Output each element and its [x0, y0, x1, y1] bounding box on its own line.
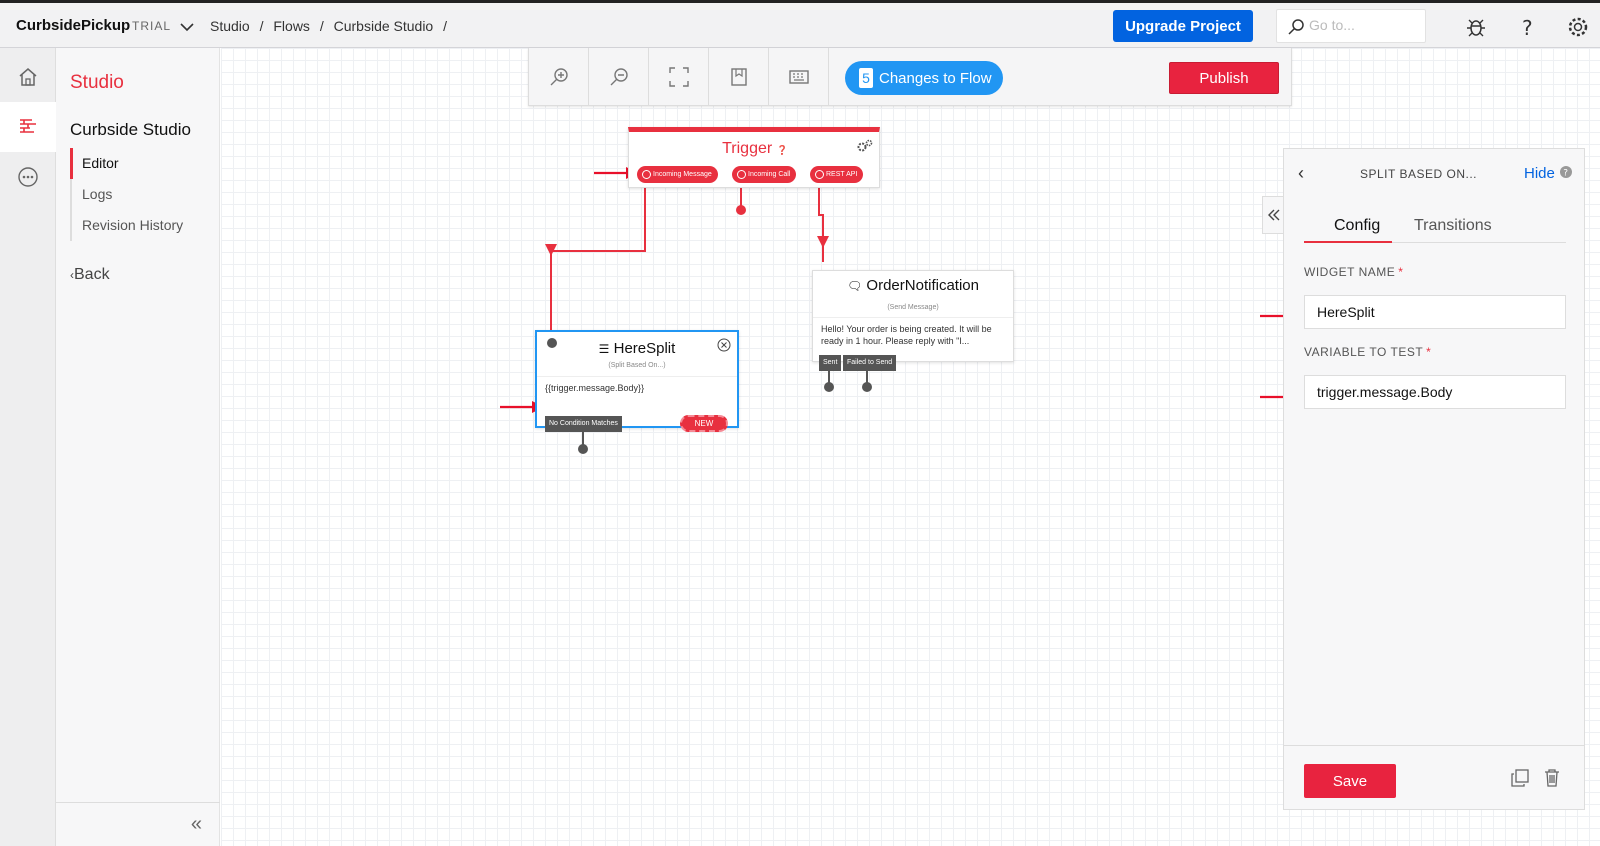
bookmark-button[interactable]	[709, 48, 769, 106]
nav-item-editor[interactable]: Editor	[70, 148, 193, 179]
duplicate-icon[interactable]	[1510, 768, 1530, 793]
changes-count: 5	[859, 68, 873, 88]
trigger-title: Trigger ❓	[722, 140, 788, 157]
publish-button[interactable]: Publish	[1169, 62, 1279, 94]
fullscreen-icon	[668, 67, 689, 87]
order-notification-widget[interactable]: 🗨 OrderNotification (Send Message) Hello…	[812, 270, 1014, 371]
breadcrumb: Studio / Flows / Curbside Studio /	[210, 18, 453, 34]
trash-icon[interactable]	[1542, 768, 1562, 793]
keyboard-icon	[788, 70, 809, 84]
output-connector-failed[interactable]	[862, 382, 872, 392]
panel-footer: Save	[1284, 745, 1584, 809]
double-chevron-left-icon	[1267, 209, 1279, 221]
widget-name-label: WIDGET NAME *	[1304, 265, 1404, 279]
widget-name-input[interactable]	[1304, 295, 1566, 329]
breadcrumb-separator: /	[259, 18, 264, 34]
new-transition-button[interactable]: NEW	[680, 415, 728, 432]
trigger-rest-api[interactable]: REST API	[810, 166, 864, 183]
home-icon	[19, 68, 37, 86]
close-icon[interactable]	[717, 338, 731, 357]
back-label: Back	[74, 266, 110, 283]
nav-section-title: Studio	[70, 72, 124, 93]
breadcrumb-separator: /	[319, 18, 324, 34]
more-icon	[18, 167, 38, 187]
widget-body: Hello! Your order is being created. It w…	[821, 324, 992, 346]
collapse-panel-button[interactable]	[1262, 196, 1284, 234]
widget-body: {{trigger.message.Body}}	[545, 383, 645, 393]
fit-to-screen-button[interactable]	[649, 48, 709, 106]
zoom-in-icon	[550, 68, 568, 86]
canvas-toolbar: 5 Changes to Flow Publish	[528, 48, 1292, 106]
widget-subtitle: (Send Message)	[887, 304, 939, 311]
tab-config[interactable]: Config	[1304, 217, 1393, 243]
divider	[537, 376, 737, 377]
widget-title: ☰ HereSplit	[598, 340, 676, 357]
gears-icon[interactable]	[857, 139, 873, 158]
output-connector-sent[interactable]	[824, 382, 834, 392]
gear-icon[interactable]	[1566, 15, 1590, 39]
nav-items: Editor Logs Revision History	[70, 148, 193, 241]
top-bar: CurbsidePickup TRIAL Studio / Flows / Cu…	[0, 0, 1600, 48]
save-button[interactable]: Save	[1304, 764, 1396, 798]
trigger-incoming-call[interactable]: Incoming Call	[732, 166, 797, 183]
studio-flow-icon	[20, 119, 36, 133]
hide-panel-link[interactable]: Hide	[1524, 165, 1555, 182]
tab-transitions[interactable]: Transitions	[1414, 217, 1492, 241]
widget-subtitle: (Split Based On...)	[608, 362, 666, 369]
breadcrumb-flow[interactable]: Curbside Studio	[334, 18, 434, 34]
goto-search-input[interactable]	[1309, 17, 1419, 33]
project-name[interactable]: CurbsidePickup	[16, 17, 130, 34]
trigger-widget[interactable]: Trigger ❓ Incoming Message Incoming Call…	[628, 127, 880, 188]
bookmark-icon	[730, 68, 747, 86]
panel-header: ‹ SPLIT BASED ON... Hide ?	[1284, 149, 1584, 199]
help-icon[interactable]: ?	[1516, 15, 1540, 40]
split-icon: ☰	[598, 342, 610, 356]
nav-item-logs[interactable]: Logs	[72, 179, 193, 210]
search-icon	[1287, 18, 1305, 41]
svg-text:?: ?	[1522, 16, 1533, 39]
panel-title: SPLIT BASED ON...	[1360, 167, 1477, 181]
divider	[813, 317, 1013, 318]
upgrade-project-button[interactable]: Upgrade Project	[1113, 10, 1253, 42]
help-icon[interactable]: ?	[1560, 165, 1572, 183]
double-chevron-left-icon: «	[190, 813, 202, 835]
changes-to-flow-button[interactable]: 5 Changes to Flow	[845, 61, 1003, 95]
connector-line	[582, 428, 584, 446]
zoom-out-icon	[610, 68, 628, 86]
rail-home[interactable]	[0, 52, 56, 102]
transition-failed-to-send[interactable]: Failed to Send	[843, 355, 897, 371]
account-type-badge: TRIAL	[132, 19, 172, 33]
chevron-down-icon[interactable]	[180, 19, 194, 37]
left-navigation: Studio Curbside Studio Editor Logs Revis…	[56, 48, 220, 846]
flow-title: Curbside Studio	[70, 120, 191, 139]
widget-config-panel: ‹ SPLIT BASED ON... Hide ? Config Transi…	[1283, 148, 1585, 810]
nav-item-revision-history[interactable]: Revision History	[72, 210, 193, 241]
breadcrumb-flows[interactable]: Flows	[273, 18, 310, 34]
widget-title: 🗨 OrderNotification	[847, 277, 979, 294]
variable-to-test-input[interactable]	[1304, 375, 1566, 409]
zoom-in-button[interactable]	[529, 48, 589, 106]
bug-icon[interactable]	[1464, 15, 1488, 39]
back-link[interactable]: ‹Back	[70, 266, 110, 284]
message-icon: 🗨	[847, 279, 863, 293]
collapse-nav-button[interactable]: «	[56, 802, 220, 846]
rail-more[interactable]	[0, 152, 56, 202]
zoom-out-button[interactable]	[589, 48, 649, 106]
transition-sent[interactable]: Sent	[819, 355, 842, 371]
chevron-left-icon[interactable]: ‹	[1298, 163, 1304, 184]
changes-label: Changes to Flow	[879, 69, 992, 87]
heresplit-widget[interactable]: ☰ HereSplit (Split Based On...) {{trigge…	[535, 330, 739, 432]
help-icon[interactable]: ❓	[777, 145, 788, 155]
breadcrumb-separator: /	[443, 18, 448, 34]
panel-tabs: Config Transitions	[1304, 217, 1566, 243]
keyboard-shortcuts-button[interactable]	[769, 48, 829, 106]
svg-text:?: ?	[1563, 169, 1568, 179]
goto-search[interactable]	[1276, 9, 1426, 43]
breadcrumb-studio[interactable]: Studio	[210, 18, 250, 34]
rail-studio[interactable]	[0, 102, 56, 152]
icon-rail	[0, 48, 56, 846]
variable-to-test-label: VARIABLE TO TEST *	[1304, 345, 1432, 359]
trigger-incoming-message[interactable]: Incoming Message	[637, 166, 718, 183]
